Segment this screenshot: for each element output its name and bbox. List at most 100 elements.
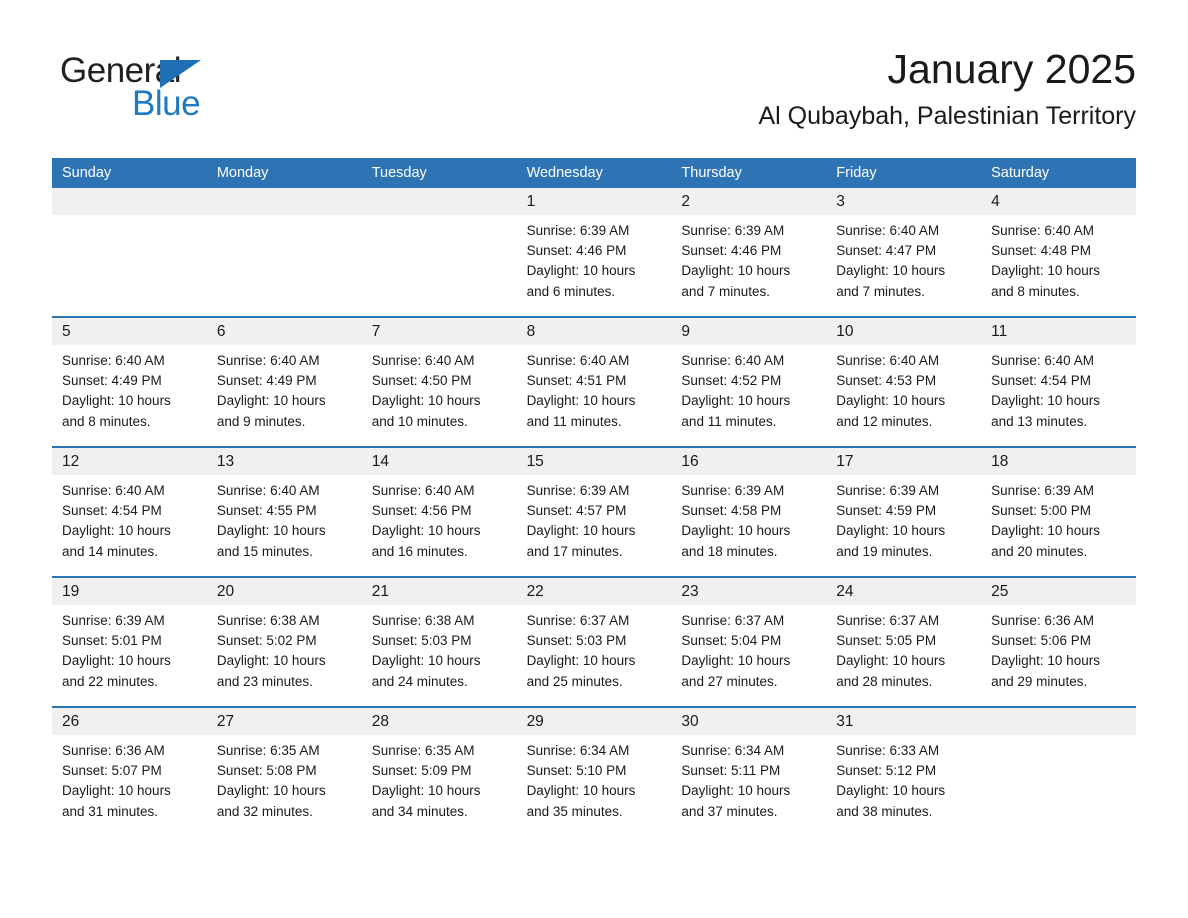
day-details: Sunrise: 6:39 AM Sunset: 4:46 PM Daylight:… <box>671 215 826 302</box>
day-detail-line: and 25 minutes. <box>526 673 623 689</box>
day-details: Sunrise: 6:40 AM Sunset: 4:52 PM Daylight:… <box>671 345 826 432</box>
day-cell-3[interactable]: 3 Sunrise: 6:40 AM Sunset: 4:47 PM Daylight… <box>826 188 982 316</box>
logo-text-blue: Blue <box>132 84 201 123</box>
day-cell-10[interactable]: 10 Sunrise: 6:40 AM Sunset: 4:53 PM Dayligh… <box>826 318 982 446</box>
day-cell-1[interactable]: 1 Sunrise: 6:39 AM Sunset: 4:46 PM Daylight… <box>516 188 672 316</box>
day-cell-8[interactable]: 8 Sunrise: 6:40 AM Sunset: 4:51 PM Daylight… <box>516 318 672 446</box>
day-cell-13[interactable]: 13 Sunrise: 6:40 AM Sunset: 4:55 PM Dayligh… <box>206 448 362 576</box>
day-detail-line: Sunrise: 6:40 AM <box>526 353 630 368</box>
day-cell-31[interactable]: 31 Sunrise: 6:33 AM Sunset: 5:12 PM Dayligh… <box>826 708 982 836</box>
day-cell-11[interactable]: 11 Sunrise: 6:40 AM Sunset: 4:54 PM Dayligh… <box>981 318 1136 446</box>
day-detail-line: Daylight: 10 hours <box>836 393 946 409</box>
day-detail-line: Sunrise: 6:40 AM <box>62 483 165 498</box>
day-detail-line: Sunset: 4:47 PM <box>836 243 937 259</box>
day-detail-line: Sunrise: 6:37 AM <box>526 613 630 628</box>
day-cell-27[interactable]: 27 Sunrise: 6:35 AM Sunset: 5:08 PM Dayligh… <box>206 708 362 836</box>
day-detail-line: and 15 minutes. <box>216 543 313 559</box>
day-detail-line: Daylight: 10 hours <box>836 263 946 279</box>
day-number <box>206 188 362 215</box>
day-details <box>207 215 362 221</box>
day-cell-23[interactable]: 23 Sunrise: 6:37 AM Sunset: 5:04 PM Dayligh… <box>671 578 827 706</box>
day-detail-line: Sunset: 5:06 PM <box>991 633 1091 649</box>
day-cell-17[interactable]: 17 Sunrise: 6:39 AM Sunset: 4:59 PM Dayligh… <box>826 448 982 576</box>
day-number: 22 <box>516 578 672 605</box>
day-detail-line: Sunset: 4:54 PM <box>62 503 162 519</box>
day-number: 4 <box>981 188 1136 215</box>
day-number: 12 <box>52 448 207 475</box>
day-number: 8 <box>516 318 672 345</box>
weekday-header-wednesday: Wednesday <box>526 165 603 181</box>
day-details: Sunrise: 6:40 AM Sunset: 4:56 PM Daylight:… <box>362 475 517 562</box>
day-number: 27 <box>206 708 362 735</box>
day-detail-line: Sunrise: 6:35 AM <box>216 743 320 758</box>
week-grid: 1 Sunrise: 6:39 AM Sunset: 4:46 PM Daylight… <box>52 188 1136 316</box>
day-detail-line: Sunset: 4:51 PM <box>526 373 627 389</box>
day-detail-line: Sunrise: 6:34 AM <box>681 743 785 758</box>
day-cell-25[interactable]: 25 Sunrise: 6:36 AM Sunset: 5:06 PM Dayligh… <box>981 578 1136 706</box>
day-cell-16[interactable]: 16 Sunrise: 6:39 AM Sunset: 4:58 PM Dayligh… <box>671 448 827 576</box>
day-number: 19 <box>52 578 207 605</box>
day-detail-line: Daylight: 10 hours <box>681 523 791 539</box>
day-details: Sunrise: 6:40 AM Sunset: 4:47 PM Daylight:… <box>826 215 981 302</box>
day-details: Sunrise: 6:38 AM Sunset: 5:03 PM Daylight:… <box>362 605 517 692</box>
day-detail-line: Sunrise: 6:40 AM <box>991 353 1094 368</box>
day-cell-9[interactable]: 9 Sunrise: 6:40 AM Sunset: 4:52 PM Daylight… <box>671 318 827 446</box>
day-detail-line: Sunset: 4:56 PM <box>371 503 472 519</box>
day-number: 5 <box>52 318 207 345</box>
day-number: 1 <box>516 188 672 215</box>
day-cell-7[interactable]: 7 Sunrise: 6:40 AM Sunset: 4:50 PM Daylight… <box>361 318 517 446</box>
day-detail-line: Sunset: 5:04 PM <box>681 633 782 649</box>
day-cell-21[interactable]: 21 Sunrise: 6:38 AM Sunset: 5:03 PM Dayligh… <box>361 578 517 706</box>
day-cell-5[interactable]: 5 Sunrise: 6:40 AM Sunset: 4:49 PM Daylight… <box>52 318 207 446</box>
day-details: Sunrise: 6:36 AM Sunset: 5:07 PM Daylight:… <box>52 735 207 822</box>
day-detail-line: Sunrise: 6:40 AM <box>836 223 940 238</box>
day-cell-19[interactable]: 19 Sunrise: 6:39 AM Sunset: 5:01 PM Dayligh… <box>52 578 207 706</box>
week-grid: 5 Sunrise: 6:40 AM Sunset: 4:49 PM Daylight… <box>52 318 1136 446</box>
day-number: 28 <box>361 708 517 735</box>
weekday-header-tuesday: Tuesday <box>371 165 427 181</box>
day-cell-22[interactable]: 22 Sunrise: 6:37 AM Sunset: 5:03 PM Dayligh… <box>516 578 672 706</box>
day-details: Sunrise: 6:37 AM Sunset: 5:04 PM Daylight:… <box>671 605 826 692</box>
day-cell-15[interactable]: 15 Sunrise: 6:39 AM Sunset: 4:57 PM Dayligh… <box>516 448 672 576</box>
day-detail-line: and 29 minutes. <box>991 673 1088 689</box>
day-cell-30[interactable]: 30 Sunrise: 6:34 AM Sunset: 5:11 PM Dayligh… <box>671 708 827 836</box>
day-cell-18[interactable]: 18 Sunrise: 6:39 AM Sunset: 5:00 PM Dayligh… <box>981 448 1136 576</box>
day-detail-line: Sunset: 4:54 PM <box>991 373 1091 389</box>
day-detail-line: Daylight: 10 hours <box>836 653 946 669</box>
day-detail-line: Sunrise: 6:40 AM <box>371 353 475 368</box>
day-details <box>362 215 517 221</box>
day-detail-line: Sunrise: 6:39 AM <box>681 223 785 238</box>
day-details: Sunrise: 6:36 AM Sunset: 5:06 PM Daylight:… <box>981 605 1136 692</box>
day-cell-2[interactable]: 2 Sunrise: 6:39 AM Sunset: 4:46 PM Daylight… <box>671 188 827 316</box>
day-number <box>981 708 1136 735</box>
day-detail-line: Daylight: 10 hours <box>836 523 946 539</box>
day-detail-line: Sunrise: 6:36 AM <box>991 613 1094 628</box>
calendar-week-row: 5 Sunrise: 6:40 AM Sunset: 4:49 PM Daylight… <box>52 316 1136 446</box>
day-number: 13 <box>206 448 362 475</box>
day-cell-28[interactable]: 28 Sunrise: 6:35 AM Sunset: 5:09 PM Dayligh… <box>361 708 517 836</box>
day-detail-line: Daylight: 10 hours <box>526 783 636 799</box>
day-cell-12[interactable]: 12 Sunrise: 6:40 AM Sunset: 4:54 PM Dayligh… <box>52 448 207 576</box>
day-cell-29[interactable]: 29 Sunrise: 6:34 AM Sunset: 5:10 PM Dayligh… <box>516 708 672 836</box>
day-detail-line: and 11 minutes. <box>526 413 622 429</box>
day-cell-6[interactable]: 6 Sunrise: 6:40 AM Sunset: 4:49 PM Daylight… <box>206 318 362 446</box>
day-detail-line: Daylight: 10 hours <box>371 393 481 409</box>
day-cell-14[interactable]: 14 Sunrise: 6:40 AM Sunset: 4:56 PM Dayligh… <box>361 448 517 576</box>
day-detail-line: Sunrise: 6:34 AM <box>526 743 630 758</box>
day-cell-26[interactable]: 26 Sunrise: 6:36 AM Sunset: 5:07 PM Dayligh… <box>52 708 207 836</box>
general-blue-logo[interactable]: General Blue <box>60 52 360 132</box>
day-detail-line: and 20 minutes. <box>991 543 1088 559</box>
day-detail-line: Sunrise: 6:37 AM <box>836 613 940 628</box>
day-cell-empty <box>981 708 1136 836</box>
day-detail-line: Sunset: 5:07 PM <box>62 763 162 779</box>
day-detail-line: Daylight: 10 hours <box>836 783 946 799</box>
day-details: Sunrise: 6:40 AM Sunset: 4:48 PM Daylight:… <box>981 215 1136 302</box>
day-cell-20[interactable]: 20 Sunrise: 6:38 AM Sunset: 5:02 PM Dayligh… <box>206 578 362 706</box>
day-detail-line: and 9 minutes. <box>216 413 306 429</box>
day-detail-line: Sunset: 4:57 PM <box>526 503 627 519</box>
day-detail-line: and 18 minutes. <box>681 543 778 559</box>
day-cell-24[interactable]: 24 Sunrise: 6:37 AM Sunset: 5:05 PM Dayligh… <box>826 578 982 706</box>
calendar-week-row: 19 Sunrise: 6:39 AM Sunset: 5:01 PM Dayligh… <box>52 576 1136 706</box>
day-cell-4[interactable]: 4 Sunrise: 6:40 AM Sunset: 4:48 PM Daylight… <box>981 188 1136 316</box>
day-detail-line: Sunset: 5:09 PM <box>371 763 472 779</box>
